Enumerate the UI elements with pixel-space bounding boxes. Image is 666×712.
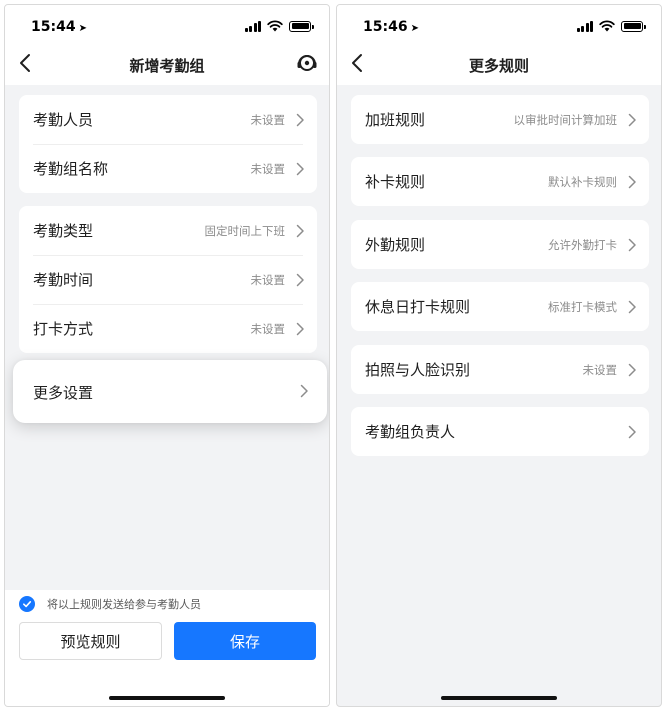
chevron-right-icon <box>628 175 636 188</box>
attendance-rules-card: 考勤类型 固定时间上下班 考勤时间 未设置 打卡方式 未设置 <box>19 206 317 353</box>
chevron-right-icon <box>296 162 304 175</box>
row-label: 休息日打卡规则 <box>365 298 471 316</box>
top-bar: 15:44 ➤ 新增考勤组 <box>5 5 329 85</box>
chevron-right-icon <box>296 322 304 335</box>
location-arrow-icon: ➤ <box>410 23 419 34</box>
rule-field-work[interactable]: 外勤规则 允许外勤打卡 <box>351 220 649 269</box>
chevron-right-icon <box>300 384 308 398</box>
more-settings-row[interactable]: 更多设置 <box>13 360 327 423</box>
check-icon <box>23 601 32 608</box>
rule-photo-face-recognition[interactable]: 拍照与人脸识别 未设置 <box>351 345 649 394</box>
row-value: 未设置 <box>582 362 618 377</box>
row-value: 以审批时间计算加班 <box>513 112 618 127</box>
rule-overtime[interactable]: 加班规则 以审批时间计算加班 <box>351 95 649 144</box>
send-rules-checkbox-row[interactable]: 将以上规则发送给参与考勤人员 <box>19 596 201 612</box>
rule-group-owner[interactable]: 考勤组负责人 <box>351 407 649 456</box>
row-label: 加班规则 <box>365 111 426 129</box>
bottom-action-bar: 将以上规则发送给参与考勤人员 预览规则 保存 <box>5 590 329 706</box>
rule-rest-day-clock-in[interactable]: 休息日打卡规则 标准打卡模式 <box>351 282 649 331</box>
row-value: 未设置 <box>250 272 286 287</box>
signal-icon <box>244 20 261 32</box>
chevron-right-icon <box>296 224 304 237</box>
row-attendance-type[interactable]: 考勤类型 固定时间上下班 <box>19 206 317 255</box>
chevron-right-icon <box>628 113 636 126</box>
page-title: 新增考勤组 <box>129 57 205 75</box>
chevron-right-icon <box>628 425 636 438</box>
row-group-name[interactable]: 考勤组名称 未设置 <box>19 144 317 193</box>
row-value: 固定时间上下班 <box>204 223 286 238</box>
row-value: 标准打卡模式 <box>548 299 617 314</box>
page-title: 更多规则 <box>468 57 529 75</box>
row-label: 更多设置 <box>33 384 94 402</box>
checkbox[interactable] <box>19 596 35 612</box>
row-value: 未设置 <box>250 161 286 176</box>
row-attendance-time[interactable]: 考勤时间 未设置 <box>19 255 317 304</box>
row-attendance-members[interactable]: 考勤人员 未设置 <box>19 95 317 144</box>
screen-new-attendance-group: 15:44 ➤ 新增考勤组 考勤人员 未设置 考勤组名称 未设置 考勤类型 固定… <box>4 4 330 707</box>
row-value: 默认补卡规则 <box>548 174 617 189</box>
chevron-right-icon <box>296 113 304 126</box>
chevron-right-icon <box>628 363 636 376</box>
chevron-right-icon <box>628 300 636 313</box>
headset-icon[interactable] <box>295 51 319 75</box>
row-value: 允许外勤打卡 <box>548 237 617 252</box>
preview-rules-button[interactable]: 预览规则 <box>19 622 162 660</box>
row-label: 拍照与人脸识别 <box>365 361 471 379</box>
row-label: 考勤组名称 <box>33 160 109 178</box>
wifi-icon <box>599 20 615 32</box>
row-label: 打卡方式 <box>33 320 94 338</box>
status-time: 15:44 ➤ <box>31 19 87 35</box>
row-label: 考勤时间 <box>33 271 94 289</box>
status-time: 15:46 ➤ <box>363 19 419 35</box>
chevron-right-icon <box>628 238 636 251</box>
screen-more-rules: 15:46 ➤ 更多规则 加班规则 以审批时间计算加班 补卡规则 默认补卡规则 … <box>336 4 662 707</box>
checkbox-label: 将以上规则发送给参与考勤人员 <box>47 598 201 611</box>
row-label: 外勤规则 <box>365 236 426 254</box>
battery-icon <box>289 20 314 32</box>
top-bar: 15:46 ➤ 更多规则 <box>337 5 661 85</box>
rule-makeup-clock-in[interactable]: 补卡规则 默认补卡规则 <box>351 157 649 206</box>
status-icons <box>576 20 646 32</box>
row-label: 考勤人员 <box>33 111 94 129</box>
row-clock-in-method[interactable]: 打卡方式 未设置 <box>19 304 317 353</box>
attendance-basic-card: 考勤人员 未设置 考勤组名称 未设置 <box>19 95 317 193</box>
row-label: 考勤类型 <box>33 222 94 240</box>
row-label: 考勤组负责人 <box>365 423 456 441</box>
chevron-right-icon <box>296 273 304 286</box>
home-indicator <box>109 696 225 700</box>
wifi-icon <box>267 20 283 32</box>
row-label: 补卡规则 <box>365 173 426 191</box>
battery-icon <box>621 20 646 32</box>
status-icons <box>244 20 314 32</box>
location-arrow-icon: ➤ <box>78 23 87 34</box>
save-button[interactable]: 保存 <box>174 622 316 660</box>
row-value: 未设置 <box>250 321 286 336</box>
home-indicator <box>441 696 557 700</box>
signal-icon <box>576 20 593 32</box>
row-value: 未设置 <box>250 112 286 127</box>
